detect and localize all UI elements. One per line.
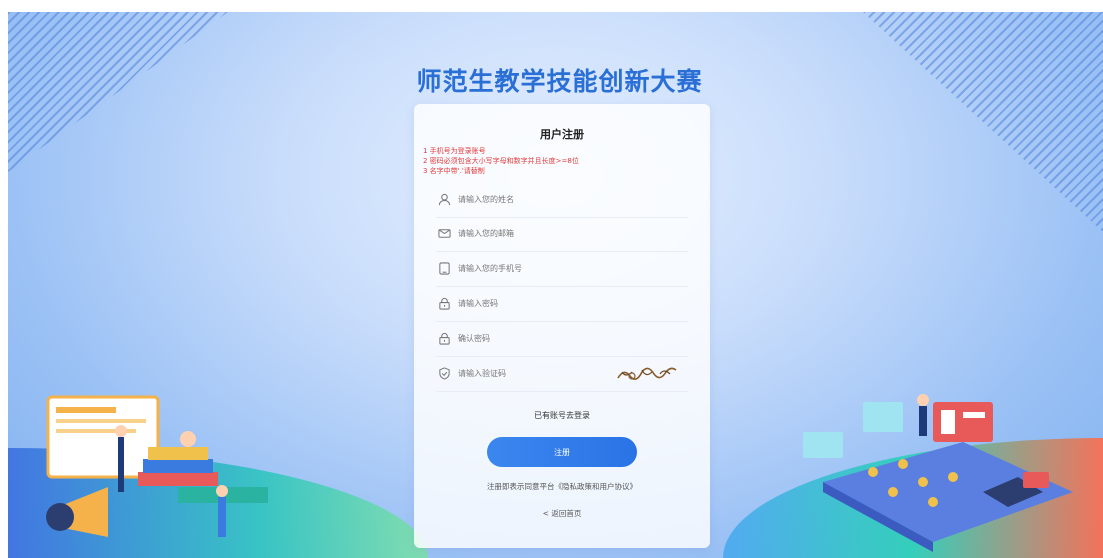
- email-input[interactable]: [458, 229, 608, 238]
- confirm-password-input[interactable]: [458, 334, 608, 343]
- email-field[interactable]: [436, 216, 688, 252]
- mail-icon: [436, 226, 452, 242]
- agreement-text[interactable]: 注册即表示同意平台《隐私政策和用户协议》: [414, 481, 710, 492]
- phone-field[interactable]: [436, 251, 688, 287]
- phone-icon: [436, 261, 452, 277]
- login-link[interactable]: 已有账号去登录: [414, 410, 710, 421]
- captcha-input[interactable]: [458, 369, 608, 378]
- name-input[interactable]: [458, 195, 608, 204]
- page: 师范生教学技能创新大赛 用户注册 1 手机号为登录账号 2 密码必须包含大小写字…: [0, 0, 1103, 558]
- note-line: 1 手机号为登录账号: [423, 147, 486, 155]
- register-button[interactable]: 注册: [487, 437, 637, 467]
- classroom-illustration-right: [803, 394, 1073, 552]
- name-field[interactable]: [436, 182, 688, 218]
- lock-icon: [436, 331, 452, 347]
- shield-check-icon: [436, 366, 452, 382]
- register-card: 用户注册 1 手机号为登录账号 2 密码必须包含大小写字母和数字并且长度>=8位…: [414, 104, 710, 548]
- note-line: 3 名字中带'.'请替制: [423, 167, 485, 175]
- back-home-link[interactable]: < 返回首页: [414, 508, 710, 519]
- note-line: 2 密码必须包含大小写字母和数字并且长度>=8位: [423, 157, 579, 165]
- phone-input[interactable]: [458, 264, 608, 273]
- password-field[interactable]: [436, 286, 688, 322]
- decor-stripes-right: [863, 12, 1103, 232]
- page-title: 师范生教学技能创新大赛: [416, 67, 703, 96]
- form-notes: 1 手机号为登录账号 2 密码必须包含大小写字母和数字并且长度>=8位 3 名字…: [423, 146, 579, 176]
- classroom-illustration-left: [46, 395, 268, 537]
- lock-icon: [436, 296, 452, 312]
- form-title: 用户注册: [540, 128, 584, 141]
- captcha-image[interactable]: [612, 362, 682, 386]
- password-input[interactable]: [458, 299, 608, 308]
- captcha-field[interactable]: [436, 356, 688, 392]
- user-icon: [436, 192, 452, 208]
- confirm-password-field[interactable]: [436, 321, 688, 357]
